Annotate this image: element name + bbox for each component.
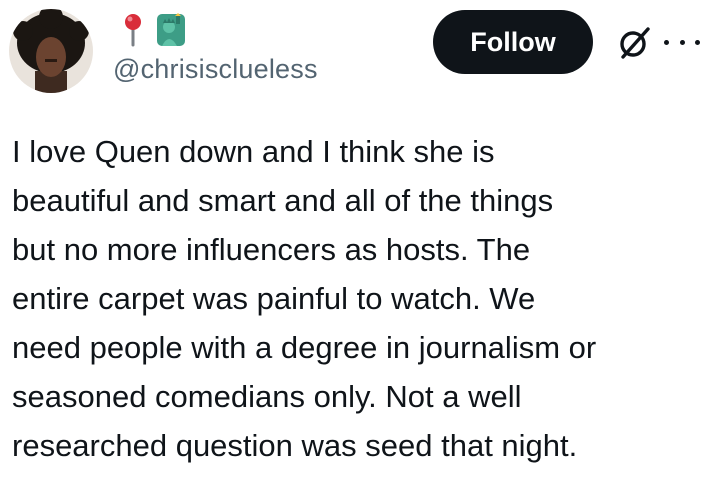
- tweet-line: beautiful and smart and all of the thing…: [12, 183, 554, 218]
- user-handle[interactable]: @chrisisclueless: [113, 54, 318, 85]
- tweet-text: I love Quen down and I think she is beau…: [12, 127, 702, 470]
- round-pushpin-emoji: [118, 12, 148, 48]
- statue-of-liberty-emoji: [156, 12, 186, 48]
- more-icon[interactable]: [664, 28, 700, 56]
- avatar[interactable]: [9, 9, 93, 93]
- more-dot: [664, 39, 669, 45]
- grok-icon[interactable]: [617, 25, 653, 61]
- display-name[interactable]: [118, 12, 186, 48]
- follow-button[interactable]: Follow: [433, 10, 593, 74]
- tweet-line: entire carpet was painful to watch. We: [12, 281, 536, 316]
- tweet-line: researched question was seed that night.: [12, 428, 578, 463]
- tweet-line: need people with a degree in journalism …: [12, 330, 597, 365]
- more-dot: [695, 39, 700, 45]
- more-dot: [679, 39, 685, 45]
- tweet-line: I love Quen down and I think she is: [12, 134, 495, 169]
- tweet-line: seasoned comedians only. Not a well: [12, 379, 522, 414]
- tweet-line: but no more influencers as hosts. The: [12, 232, 531, 267]
